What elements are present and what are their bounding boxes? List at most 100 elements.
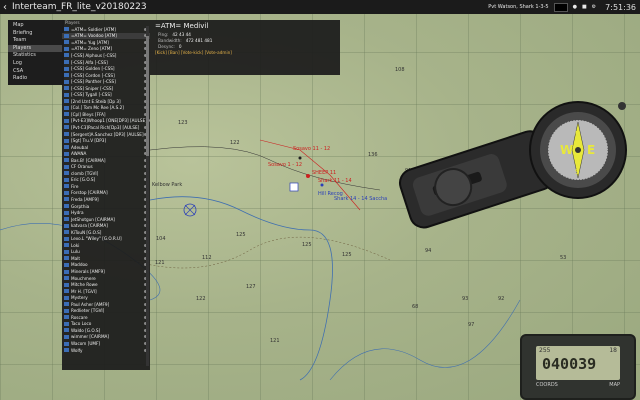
player-rows: =ATM= Soldier [ATM] =ATM= Voodoo [ATM] =AT… xyxy=(62,26,150,353)
player-name-label: [-CSS] Sniper [-CSS] xyxy=(71,85,114,91)
elevation-label: 94 xyxy=(425,248,432,254)
scroll-thumb[interactable] xyxy=(146,36,149,156)
elevation-label: 53 xyxy=(560,255,567,261)
players-scrollbar[interactable] xyxy=(146,26,149,366)
svg-text:S: S xyxy=(575,168,580,176)
menu-item-map[interactable]: Map xyxy=(8,22,64,30)
player-flag-icon xyxy=(64,171,69,176)
map-label: Sosavo 1 - 12 xyxy=(268,162,303,168)
player-flag-icon xyxy=(64,27,69,32)
player-flag-icon xyxy=(64,40,69,45)
player-name-label: JetShotgun [CAIRMA] xyxy=(71,216,115,222)
elevation-label: 122 xyxy=(230,140,240,146)
player-name-label: [-CSS] Alphous [-CSS] xyxy=(71,52,117,58)
gps-map-button[interactable]: MAP xyxy=(609,382,620,388)
player-row[interactable]: [Sergent]A.Sanchez [DP3] [AULSE] xyxy=(62,131,150,138)
player-row[interactable]: Wolfy xyxy=(62,347,150,354)
player-name-label: Lulu xyxy=(71,249,80,255)
window-title: Interteam_FR_lite_v20180223 xyxy=(12,2,147,12)
player-name-label: Lexo.L "Wiley" [G.O.R.U] xyxy=(71,236,122,242)
player-name-label: Hydra xyxy=(71,210,84,216)
player-name-label: [-CSS] Tygall [-CSS] xyxy=(71,92,112,98)
player-flag-icon xyxy=(64,92,69,97)
elevation-label: 123 xyxy=(178,120,188,126)
player-detail-panel: =ATM= Medivil Ping: 42 43 44 Bandwidth: 47… xyxy=(150,20,340,75)
player-flag-icon xyxy=(64,60,69,64)
player-name-label: =ATM= Yug [ATM] xyxy=(71,39,109,45)
gps-buttons: COORDS MAP xyxy=(536,382,620,388)
menu-item-statistics[interactable]: Statistics xyxy=(8,52,64,60)
player-flag-icon xyxy=(64,164,69,169)
menu-item-radio[interactable]: Radio xyxy=(8,75,64,83)
player-flag-icon xyxy=(64,256,69,261)
elevation-label: 122 xyxy=(196,296,206,302)
player-flag-icon xyxy=(64,151,69,156)
player-flag-icon xyxy=(64,289,69,294)
menu-item-team[interactable]: Team xyxy=(8,37,64,45)
player-row[interactable]: [Pvt-C3]Pacal Rich[Dp3] [AULSE] xyxy=(62,124,150,131)
player-flag-icon xyxy=(64,236,69,241)
player-flag-icon xyxy=(64,295,69,300)
player-flag-icon xyxy=(64,308,69,313)
player-name-label: [Sgt] Tru.V [DP3] xyxy=(71,138,107,144)
unit-marker-icon xyxy=(553,2,568,12)
players-list: Players =ATM= Soldier [ATM] =ATM= Voodoo … xyxy=(62,20,150,370)
menu-item-csa[interactable]: CSA xyxy=(8,68,64,76)
settings-icon[interactable]: ⚙ xyxy=(592,4,596,10)
map-label: SHEEP 11 xyxy=(312,170,337,176)
player-name-label: Eric [G.O.S] xyxy=(71,177,96,183)
gps-coords-button[interactable]: COORDS xyxy=(536,382,558,388)
menu-item-players[interactable]: Players xyxy=(8,44,64,53)
elevation-label: 108 xyxy=(395,67,405,73)
radio-dot-icon[interactable]: ● xyxy=(573,4,577,10)
player-flag-icon xyxy=(64,112,69,117)
player-flag-icon xyxy=(64,334,69,339)
player-flag-icon xyxy=(64,158,69,163)
ping-label: Ping: xyxy=(158,32,169,37)
player-flag-icon xyxy=(64,328,69,333)
elevation-label: 92 xyxy=(498,296,505,302)
bandwidth-values: 472 481 481 xyxy=(185,38,213,43)
player-name-label: Fire xyxy=(71,183,79,189)
player-name-label: AWANA xyxy=(71,151,87,157)
menu-item-log[interactable]: Log xyxy=(8,60,64,68)
player-flag-icon xyxy=(64,348,69,353)
player-flag-icon xyxy=(64,105,69,110)
player-flag-icon xyxy=(64,125,69,130)
elevation-label: 112 xyxy=(202,255,212,261)
back-arrow-icon[interactable]: ‹ xyxy=(0,2,10,13)
player-flag-icon xyxy=(64,315,69,320)
player-name-label: Maddoo xyxy=(71,262,88,268)
player-name-label: Bas.B! [CAIRMA] xyxy=(71,157,106,163)
player-name-label: Minerals [AMF9] xyxy=(71,269,105,274)
player-actions[interactable]: [Kick] [Ban] [Vote-kick] [Vote-admin] xyxy=(150,50,340,55)
player-flag-icon xyxy=(64,249,69,254)
map-label: Sosavo 11 - 12 xyxy=(293,146,331,152)
player-flag-icon xyxy=(64,223,69,228)
elevation-label: 93 xyxy=(462,296,469,302)
player-flag-icon xyxy=(64,243,69,248)
gps-digits: 040039 xyxy=(542,355,597,373)
player-flag-icon xyxy=(64,269,69,274)
gps-screen: 255 18 040039 xyxy=(536,346,620,380)
player-name-label: Mystery xyxy=(71,295,88,301)
player-flag-icon xyxy=(64,276,69,281)
player-name-label: =ATM= Soldier [ATM] xyxy=(71,26,116,32)
player-name-label: Mitche Rowe xyxy=(71,282,98,288)
player-name: =ATM= Medivil xyxy=(155,22,209,30)
desync-value: 0 xyxy=(178,44,182,49)
menu-item-briefing[interactable]: Briefing xyxy=(8,30,64,38)
svg-text:E: E xyxy=(587,143,595,157)
player-row[interactable]: [Pvt-E3]Whoop1 [ONE[DP3] [AULSE] xyxy=(62,118,150,125)
map-label: Shark 14 - 14 Saccha xyxy=(334,196,388,202)
player-flag-icon xyxy=(64,118,69,123)
gps-device[interactable]: 255 18 040039 COORDS MAP xyxy=(520,334,636,400)
square-icon[interactable]: ■ xyxy=(582,4,587,10)
elevation-label: 136 xyxy=(368,152,378,158)
player-name-label: [2nd Ltnt E.Steib [Dp 3] xyxy=(71,98,121,104)
clock-time: 7:51:36 xyxy=(605,2,636,12)
player-name-label: [Pvt-C3]Pacal Rich[Dp3] [AULSE] xyxy=(71,124,140,130)
gps-bearing-hint: 18 xyxy=(609,347,617,354)
player-flag-icon xyxy=(64,321,69,326)
compass-icon[interactable]: W E N S xyxy=(390,92,640,242)
